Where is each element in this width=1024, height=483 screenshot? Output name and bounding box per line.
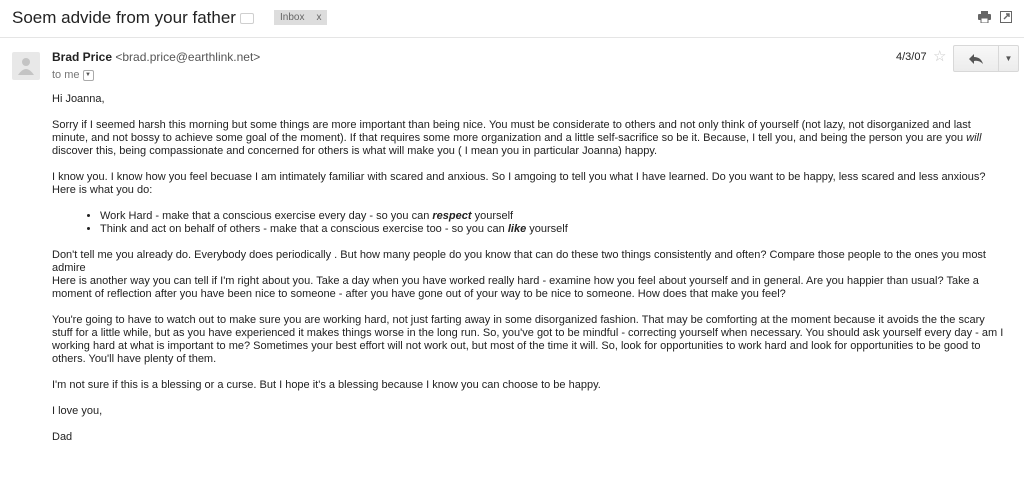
email-date: 4/3/07 (896, 51, 927, 63)
paragraph-6: I'm not sure if this is a blessing or a … (52, 379, 601, 391)
list-item: Think and act on behalf of others - make… (100, 223, 1007, 236)
sender-line: Brad Price <brad.price@earthlink.net> (52, 50, 260, 64)
paragraph-5: You're going to have to watch out to mak… (52, 314, 1004, 365)
paragraph-3: Don't tell me you already do. Everybody … (52, 249, 986, 274)
remove-label-icon[interactable]: x (316, 10, 321, 25)
label-icon[interactable] (240, 13, 254, 24)
greeting: Hi Joanna, (52, 93, 105, 105)
paragraph-4: Here is another way you can tell if I'm … (52, 275, 979, 300)
header-divider (0, 37, 1024, 38)
paragraph-1: Sorry if I seemed harsh this morning but… (52, 119, 982, 157)
top-actions (978, 11, 1012, 23)
reply-button[interactable] (954, 46, 999, 71)
recipient-line: to me ▼ (52, 69, 94, 81)
more-options-icon[interactable]: ▼ (999, 46, 1018, 71)
recipient-text: to me (52, 69, 80, 81)
list-item: Work Hard - make that a conscious exerci… (100, 210, 1007, 223)
signature: Dad (52, 431, 73, 443)
inbox-label-text[interactable]: Inbox (280, 10, 304, 25)
email-subject: Soem advide from your father (12, 8, 236, 27)
avatar-icon[interactable] (12, 52, 40, 80)
print-icon[interactable] (978, 11, 991, 23)
sender-name[interactable]: Brad Price (52, 50, 112, 64)
reply-icon (969, 53, 983, 64)
sender-email: <brad.price@earthlink.net> (115, 50, 261, 64)
paragraph-2: I know you. I know how you feel becuase … (52, 171, 986, 196)
paragraph-7: I love you, (52, 405, 103, 417)
star-icon[interactable]: ☆ (933, 47, 946, 65)
subject-bar: Soem advide from your father Inbox x (0, 0, 1024, 36)
advice-list: Work Hard - make that a conscious exerci… (52, 210, 1007, 236)
inbox-label-chip: Inbox x (274, 10, 328, 25)
chevron-down-icon[interactable]: ▼ (82, 69, 94, 81)
new-window-icon[interactable] (999, 11, 1012, 23)
reply-button-group: ▼ (953, 45, 1019, 72)
email-body: Hi Joanna, Sorry if I seemed harsh this … (52, 93, 1007, 457)
